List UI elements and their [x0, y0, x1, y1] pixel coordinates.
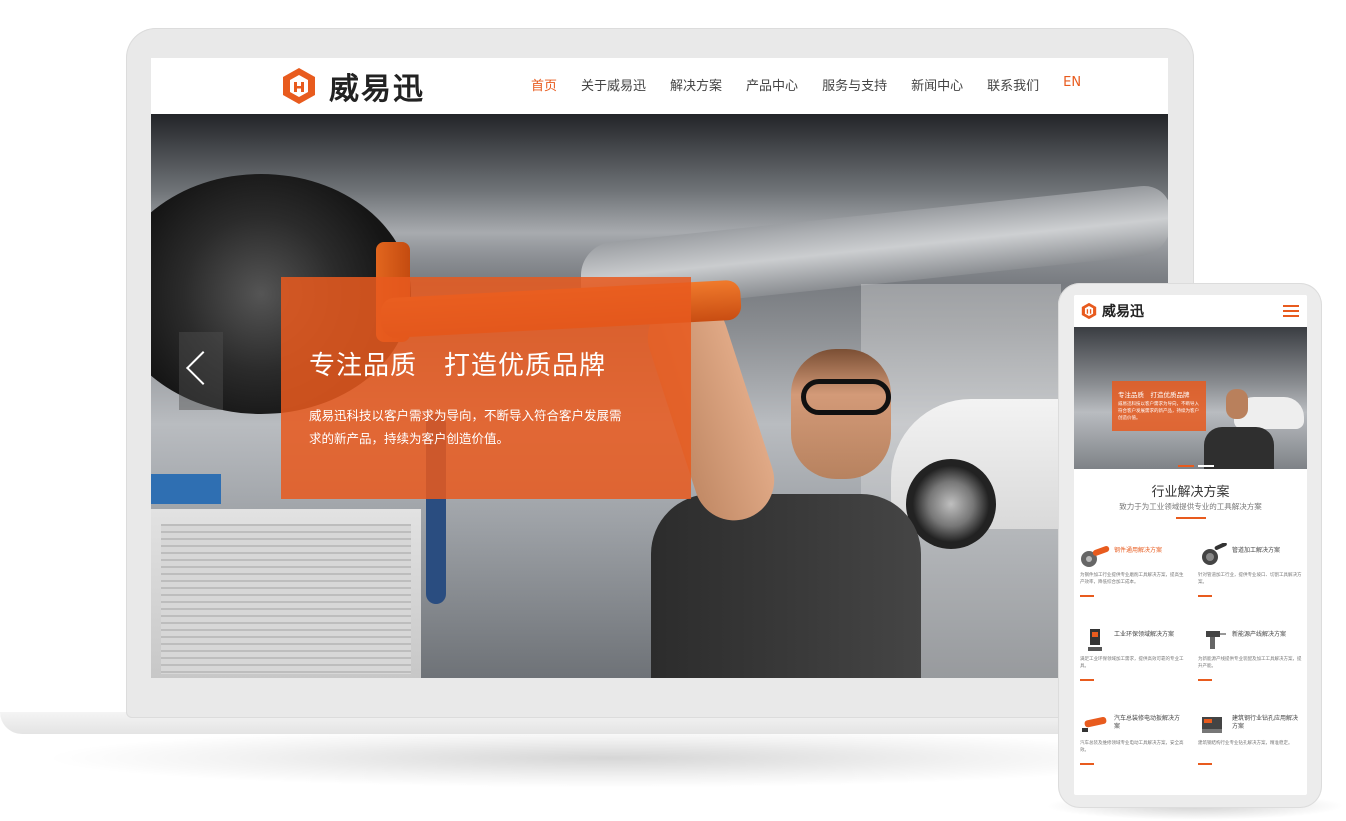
mobile-hero-photo-head	[1226, 389, 1248, 419]
carousel-prev-button[interactable]	[179, 332, 223, 410]
solution-card-building-steel[interactable]: 建筑钢行业钻孔应用解决方案 建筑钢结构行业专业钻孔解决方案，精准稳定。	[1192, 701, 1304, 785]
section-divider	[1176, 517, 1206, 519]
solution-accent-bar	[1198, 679, 1212, 681]
language-switch[interactable]: EN	[1063, 75, 1081, 94]
solution-description: 建筑钢结构行业专业钻孔解决方案，精准稳定。	[1198, 741, 1293, 746]
hero-title: 专注品质 打造优质品牌	[309, 351, 607, 381]
mockup-stage: 威易迅 首页 关于威易迅 解决方案 产品中心 服务与支持 新闻中心 联系我们 E…	[0, 0, 1346, 821]
impact-wrench-icon	[1082, 716, 1107, 732]
desktop-website: 威易迅 首页 关于威易迅 解决方案 产品中心 服务与支持 新闻中心 联系我们 E…	[151, 58, 1168, 678]
angle-grinder-icon	[1081, 546, 1110, 567]
hamburger-menu-icon[interactable]	[1283, 305, 1299, 317]
mobile-hero-title: 专注品质 打造优质品牌	[1118, 391, 1190, 399]
solution-title: 建筑钢行业钻孔应用解决方案	[1232, 715, 1299, 730]
solution-card-automotive[interactable]: 汽车总装修电动扳解决方案 汽车总装及维修领域专业电动工具解决方案，安全高效。	[1074, 701, 1186, 785]
hero-photo-wheel	[906, 459, 996, 549]
carousel-dot[interactable]	[1198, 465, 1214, 467]
solution-title: 新能源产线解决方案	[1232, 631, 1287, 638]
solution-title: 钢件通用解决方案	[1114, 547, 1163, 554]
solution-title: 汽车总装修电动扳解决方案	[1114, 715, 1181, 730]
hero-photo-safety-glasses	[801, 379, 891, 415]
solution-title: 管道加工解决方案	[1232, 547, 1281, 554]
solutions-section-subtitle: 致力于为工业领域提供专业的工具解决方案	[1119, 502, 1262, 511]
mobile-hero-photo-mechanic	[1204, 427, 1274, 469]
hero-photo-blue-box	[151, 474, 221, 504]
nav-item-news[interactable]: 新闻中心	[911, 75, 963, 94]
hero-caption-box: 专注品质 打造优质品牌 威易迅科技以客户需求为导向，不断导入符合客户发展需求的新…	[281, 277, 691, 499]
nav-item-service[interactable]: 服务与支持	[822, 75, 887, 94]
chevron-left-icon	[186, 351, 220, 385]
hero-banner: 专注品质 打造优质品牌 威易迅科技以客户需求为导向，不断导入符合客户发展需求的新…	[151, 114, 1168, 678]
solution-description: 汽车总装及维修领域专业电动工具解决方案，安全高效。	[1080, 741, 1184, 753]
hero-photo-mechanic-torso	[651, 494, 921, 678]
mobile-hero-description: 威易迅科技以客户需求为导向，不断导入符合客户发展需求的新产品，持续为客户创造价值…	[1118, 402, 1199, 421]
mobile-logo[interactable]: 威易迅	[1080, 301, 1144, 321]
power-tool-icon	[1206, 631, 1226, 649]
carousel-dot[interactable]	[1178, 465, 1194, 467]
mobile-logo-text: 威易迅	[1102, 304, 1144, 320]
mobile-navbar: 威易迅	[1074, 295, 1307, 327]
solution-card-new-energy[interactable]: 新能源产线解决方案 为新能源产线提供专业装配及加工工具解决方案，提升产能。	[1192, 617, 1304, 701]
solution-accent-bar	[1080, 763, 1094, 765]
nav-item-products[interactable]: 产品中心	[746, 75, 798, 94]
solution-accent-bar	[1198, 595, 1212, 597]
magnetic-drill-icon	[1202, 717, 1222, 733]
solution-accent-bar	[1080, 679, 1094, 681]
logo-icon	[283, 68, 315, 104]
desktop-navbar: 威易迅 首页 关于威易迅 解决方案 产品中心 服务与支持 新闻中心 联系我们 E…	[151, 58, 1168, 114]
solution-card-pipe[interactable]: 管道加工解决方案 针对管道加工行业，提供专业坡口、切割工具解决方案。	[1192, 533, 1304, 617]
solution-description: 针对管道加工行业，提供专业坡口、切割工具解决方案。	[1198, 573, 1302, 585]
nav-item-solutions[interactable]: 解决方案	[670, 75, 722, 94]
logo-icon	[1081, 302, 1097, 320]
solutions-section-title: 行业解决方案	[1151, 485, 1230, 500]
solution-description: 满足工业环保领域加工需求，提供高效可靠的专业工具。	[1080, 657, 1184, 669]
solution-description: 为钢件加工行业提供专业磨削工具解决方案，提高生产效率，降低综合加工成本。	[1080, 573, 1184, 585]
mobile-hero-caption-box: 专注品质 打造优质品牌 威易迅科技以客户需求为导向，不断导入符合客户发展需求的新…	[1112, 381, 1206, 431]
laptop-shadow	[40, 728, 1180, 788]
logo-text: 威易迅	[329, 72, 425, 107]
desktop-logo[interactable]: 威易迅	[279, 64, 425, 108]
hero-photo-shutter	[161, 524, 411, 674]
solution-description: 为新能源产线提供专业装配及加工工具解决方案，提升产能。	[1198, 657, 1302, 669]
drill-press-icon	[1088, 629, 1102, 651]
mobile-hero-banner: 专注品质 打造优质品牌 威易迅科技以客户需求为导向，不断导入符合客户发展需求的新…	[1074, 327, 1307, 469]
solution-accent-bar	[1080, 595, 1094, 597]
nav-item-contact[interactable]: 联系我们	[987, 75, 1039, 94]
desktop-menu: 首页 关于威易迅 解决方案 产品中心 服务与支持 新闻中心 联系我们 EN	[531, 75, 1105, 94]
nav-item-about[interactable]: 关于威易迅	[581, 75, 646, 94]
mobile-website: 威易迅 专注品质 打造优质品牌 威易迅科技以客户需求为导向，不断导入符合客户发展…	[1074, 295, 1307, 795]
solution-card-environment[interactable]: 工业环保领域解决方案 满足工业环保领域加工需求，提供高效可靠的专业工具。	[1074, 617, 1186, 701]
nav-item-home[interactable]: 首页	[531, 75, 557, 94]
hero-description: 威易迅科技以客户需求为导向，不断导入符合客户发展需求的新产品，持续为客户创造价值…	[309, 408, 622, 446]
solution-card-steel[interactable]: 钢件通用解决方案 为钢件加工行业提供专业磨削工具解决方案，提高生产效率，降低综合…	[1074, 533, 1186, 617]
carousel-indicators	[1176, 465, 1216, 467]
pipe-tool-icon	[1202, 543, 1227, 565]
solution-title: 工业环保领域解决方案	[1114, 631, 1175, 638]
solution-accent-bar	[1198, 763, 1212, 765]
